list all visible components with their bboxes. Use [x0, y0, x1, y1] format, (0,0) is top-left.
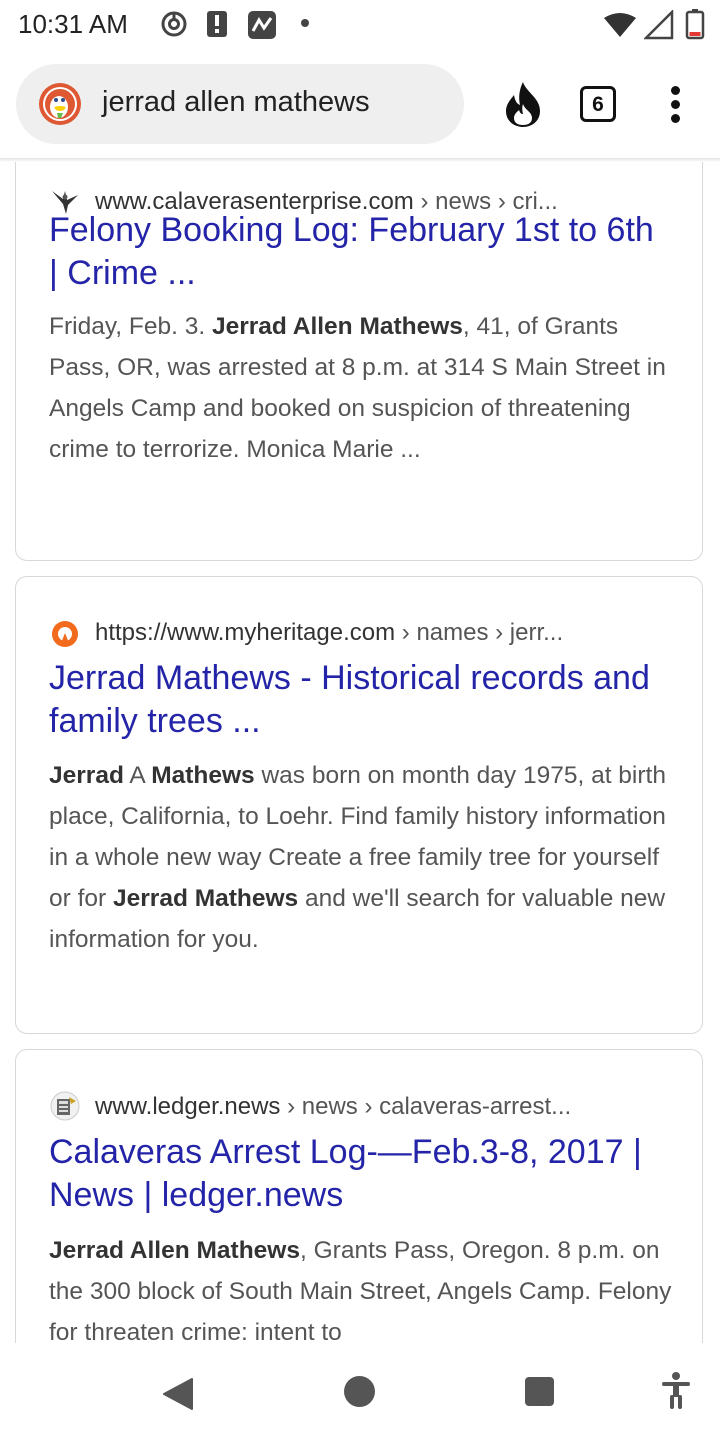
- wifi-icon: [604, 13, 636, 37]
- fire-icon[interactable]: [502, 80, 544, 128]
- result-title-link[interactable]: Jerrad Mathews - Historical records and …: [49, 657, 669, 743]
- more-vert-icon[interactable]: [664, 86, 686, 126]
- result-url[interactable]: www.ledger.news › news › calaveras-arres…: [95, 1093, 685, 1121]
- tabs-button[interactable]: 6: [580, 86, 616, 122]
- result-title-link[interactable]: Calaveras Arrest Log-—Feb.3-8, 2017 | Ne…: [49, 1131, 669, 1217]
- snippet-text: Friday, Feb. 3.: [49, 313, 212, 340]
- result-snippet: Jerrad Allen Mathews, Grants Pass, Orego…: [49, 1230, 674, 1343]
- status-bar: 10:31 AM: [0, 0, 720, 50]
- myheritage-icon: [52, 621, 78, 647]
- signal-icon: [644, 10, 674, 40]
- snippet-highlight: Jerrad Allen Mathews: [49, 1237, 300, 1264]
- search-query[interactable]: jerrad allen mathews: [102, 86, 370, 119]
- result-snippet: Friday, Feb. 3. Jerrad Allen Mathews, 41…: [49, 306, 674, 470]
- result-card[interactable]: www.ledger.news › news › calaveras-arres…: [15, 1049, 703, 1343]
- recents-icon[interactable]: [525, 1377, 554, 1406]
- accessibility-icon[interactable]: [660, 1371, 692, 1411]
- back-icon[interactable]: [162, 1377, 194, 1411]
- dot-icon: [301, 19, 309, 27]
- snippet-highlight: Jerrad: [49, 762, 124, 789]
- browser-toolbar: jerrad allen mathews 6: [0, 50, 720, 158]
- result-snippet: Jerrad A Mathews was born on month day 1…: [49, 755, 674, 960]
- snippet-highlight: Mathews: [151, 762, 255, 789]
- system-nav-bar: [0, 1343, 720, 1440]
- result-title-link[interactable]: Felony Booking Log: February 1st to 6th …: [49, 209, 669, 295]
- ledger-icon: [50, 1091, 80, 1121]
- result-url[interactable]: https://www.myheritage.com › names › jer…: [95, 619, 685, 647]
- search-bar[interactable]: jerrad allen mathews: [16, 64, 464, 144]
- snippet-text: A: [123, 762, 152, 789]
- duckduckgo-logo: [39, 83, 81, 125]
- activity-icon: [248, 11, 276, 39]
- search-results: www.calaverasenterprise.com › news › cri…: [0, 162, 720, 1343]
- alert-icon: [207, 11, 227, 37]
- status-time: 10:31 AM: [18, 9, 128, 39]
- home-icon[interactable]: [344, 1376, 375, 1407]
- chrome-icon: [161, 11, 187, 37]
- result-card[interactable]: https://www.myheritage.com › names › jer…: [15, 576, 703, 1034]
- result-card[interactable]: www.calaverasenterprise.com › news › cri…: [15, 162, 703, 561]
- snippet-highlight: Jerrad Allen Mathews: [211, 313, 463, 340]
- snippet-highlight: Jerrad Mathews: [113, 885, 299, 912]
- battery-low-icon: [685, 9, 705, 40]
